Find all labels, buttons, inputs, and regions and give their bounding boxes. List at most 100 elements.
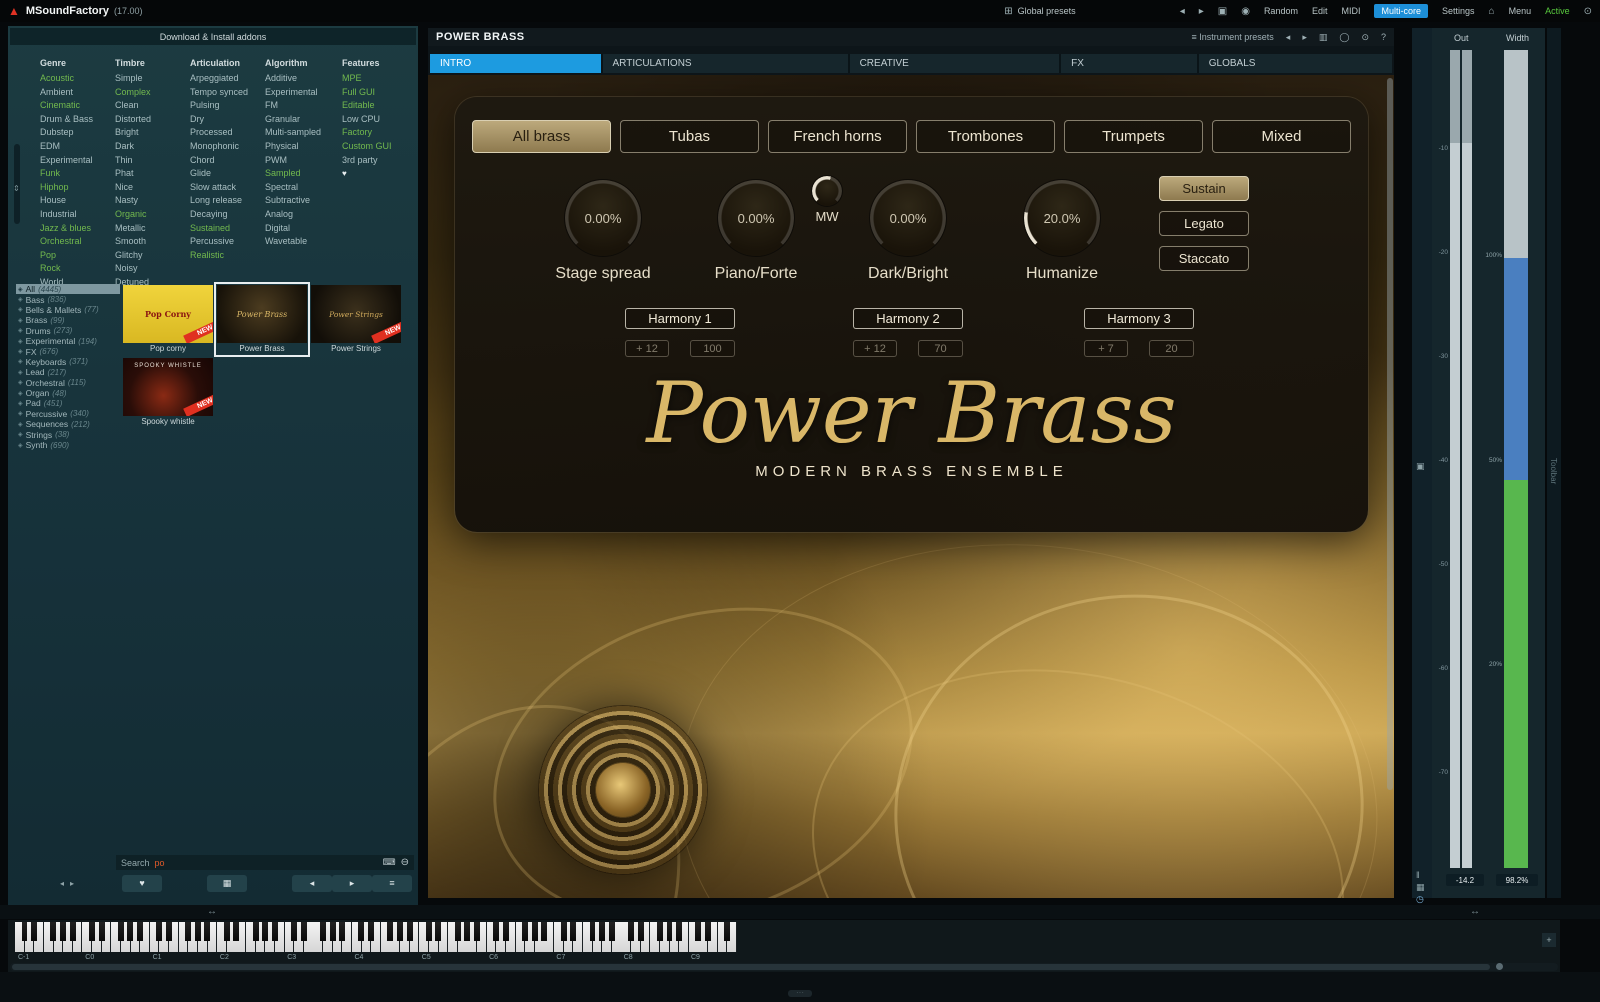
ab-compare-icon[interactable]: ◯	[1339, 32, 1349, 43]
tag-item[interactable]: MPE	[342, 72, 416, 86]
black-key[interactable]	[561, 922, 567, 941]
tag-item[interactable]: Jazz & blues	[40, 222, 114, 236]
tag-item[interactable]: Glide	[190, 167, 264, 181]
tree-item[interactable]: ◈ Drums (273)	[16, 326, 120, 336]
tree-item[interactable]: ◈ Organ (48)	[16, 388, 120, 398]
home-icon[interactable]: ⌂	[1489, 6, 1495, 17]
black-key[interactable]	[156, 922, 162, 941]
tree-item[interactable]: ◈ Pad (451)	[16, 398, 120, 408]
keyboard-icon[interactable]: ⌨	[383, 857, 396, 868]
black-key[interactable]	[291, 922, 297, 941]
tag-item[interactable]: Clean	[115, 99, 189, 113]
tag-item[interactable]: Sustained	[190, 222, 264, 236]
black-key[interactable]	[204, 922, 210, 941]
tree-item[interactable]: ◈ Strings (38)	[16, 429, 120, 439]
tag-item[interactable]: House	[40, 194, 114, 208]
preset-thumbnail[interactable]: Pop Corny NEW Pop corny	[122, 284, 214, 355]
tag-item[interactable]: Dry	[190, 113, 264, 127]
tree-item[interactable]: ◈ Bass (836)	[16, 294, 120, 304]
tag-item[interactable]: Organic	[115, 208, 189, 222]
black-key[interactable]	[474, 922, 480, 941]
titlebar-menu-item[interactable]: MIDI	[1341, 6, 1360, 16]
tag-item[interactable]: Additive	[265, 72, 339, 86]
help-icon[interactable]: ?	[1381, 32, 1386, 42]
tree-item[interactable]: ◈ Brass (99)	[16, 315, 120, 325]
toolbar-strip[interactable]: Toolbar	[1547, 28, 1561, 898]
tag-item[interactable]: Rock	[40, 262, 114, 276]
thumbnail-view-button[interactable]: ▦	[207, 875, 247, 892]
tag-item[interactable]: Glitchy	[115, 249, 189, 263]
tree-item[interactable]: ◈ Orchestral (115)	[16, 378, 120, 388]
titlebar-menu-item[interactable]: Settings	[1442, 6, 1475, 16]
tag-item[interactable]: Slow attack	[190, 181, 264, 195]
black-key[interactable]	[224, 922, 230, 941]
black-key[interactable]	[99, 922, 105, 941]
black-key[interactable]	[397, 922, 403, 941]
section-button[interactable]: Trombones	[916, 120, 1055, 153]
black-key[interactable]	[503, 922, 509, 941]
tag-item[interactable]: Wavetable	[265, 235, 339, 249]
section-button[interactable]: Tubas	[620, 120, 759, 153]
tag-item[interactable]: Experimental	[40, 154, 114, 168]
tag-item[interactable]: Smooth	[115, 235, 189, 249]
tag-item[interactable]: Cinematic	[40, 99, 114, 113]
black-key[interactable]	[253, 922, 259, 941]
tag-item[interactable]: Nice	[115, 181, 189, 195]
preset-thumbnail[interactable]: Power Brass Power Brass	[216, 284, 308, 355]
tag-item[interactable]: Granular	[265, 113, 339, 127]
tag-item[interactable]: 3rd party	[342, 154, 416, 168]
black-key[interactable]	[301, 922, 307, 941]
black-key[interactable]	[705, 922, 711, 941]
window-icon[interactable]: ▣	[1218, 6, 1227, 17]
black-key[interactable]	[541, 922, 547, 941]
tag-item[interactable]: Multi-sampled	[265, 126, 339, 140]
download-addons-button[interactable]: Download & Install addons	[10, 28, 416, 45]
black-key[interactable]	[127, 922, 133, 941]
black-key[interactable]	[195, 922, 201, 941]
menu-button[interactable]: Menu	[1509, 6, 1532, 16]
black-key[interactable]	[233, 922, 239, 941]
tab[interactable]: ARTICULATIONS	[603, 54, 848, 73]
tag-item[interactable]: Pulsing	[190, 99, 264, 113]
clear-search-icon[interactable]: ⊖	[401, 857, 409, 868]
black-key[interactable]	[137, 922, 143, 941]
tab[interactable]: INTRO	[430, 54, 601, 73]
tag-item[interactable]: Dubstep	[40, 126, 114, 140]
black-key[interactable]	[387, 922, 393, 941]
tab[interactable]: FX	[1061, 54, 1197, 73]
tag-item[interactable]: Tempo synced	[190, 86, 264, 100]
save-icon[interactable]: ▥	[1319, 32, 1328, 43]
harmony-button[interactable]: Harmony 2	[853, 308, 963, 329]
hresize-right-icon[interactable]: ↔	[1470, 906, 1480, 917]
black-key[interactable]	[570, 922, 576, 941]
tag-item[interactable]: Realistic	[190, 249, 264, 263]
keyboard-scroll-thumb[interactable]	[12, 964, 1490, 970]
tree-item[interactable]: ◈ All (4445)	[16, 284, 120, 294]
tag-item[interactable]: Decaying	[190, 208, 264, 222]
tag-item[interactable]: Monophonic	[190, 140, 264, 154]
tag-item[interactable]: Percussive	[190, 235, 264, 249]
tag-item[interactable]: Digital	[265, 222, 339, 236]
preset-thumbnail[interactable]: Power Strings NEW Power Strings	[310, 284, 402, 355]
black-key[interactable]	[695, 922, 701, 941]
eye-icon[interactable]: ⊙	[1361, 32, 1369, 43]
black-key[interactable]	[185, 922, 191, 941]
preset-next-icon[interactable]: ▸	[1302, 32, 1307, 43]
articulation-button[interactable]: Legato	[1159, 211, 1249, 236]
tree-item[interactable]: ◈ Keyboards (371)	[16, 357, 120, 367]
knob-dial[interactable]: 20.0%	[1024, 180, 1100, 256]
black-key[interactable]	[50, 922, 56, 941]
knob[interactable]: 20.0% Humanize	[987, 180, 1137, 283]
tag-item[interactable]: Subtractive	[265, 194, 339, 208]
black-key[interactable]	[426, 922, 432, 941]
page-prev-icon[interactable]: ◂	[60, 879, 64, 888]
black-key[interactable]	[70, 922, 76, 941]
tag-item[interactable]: Spectral	[265, 181, 339, 195]
power-icon[interactable]: ⊙	[1584, 6, 1592, 17]
section-button[interactable]: Trumpets	[1064, 120, 1203, 153]
tag-item[interactable]: Distorted	[115, 113, 189, 127]
black-key[interactable]	[599, 922, 605, 941]
titlebar-menu-item[interactable]: Edit	[1312, 6, 1328, 16]
keyboard-zoom-button[interactable]: +	[1542, 933, 1556, 947]
grid-small-icon[interactable]: ▦	[1416, 882, 1425, 893]
